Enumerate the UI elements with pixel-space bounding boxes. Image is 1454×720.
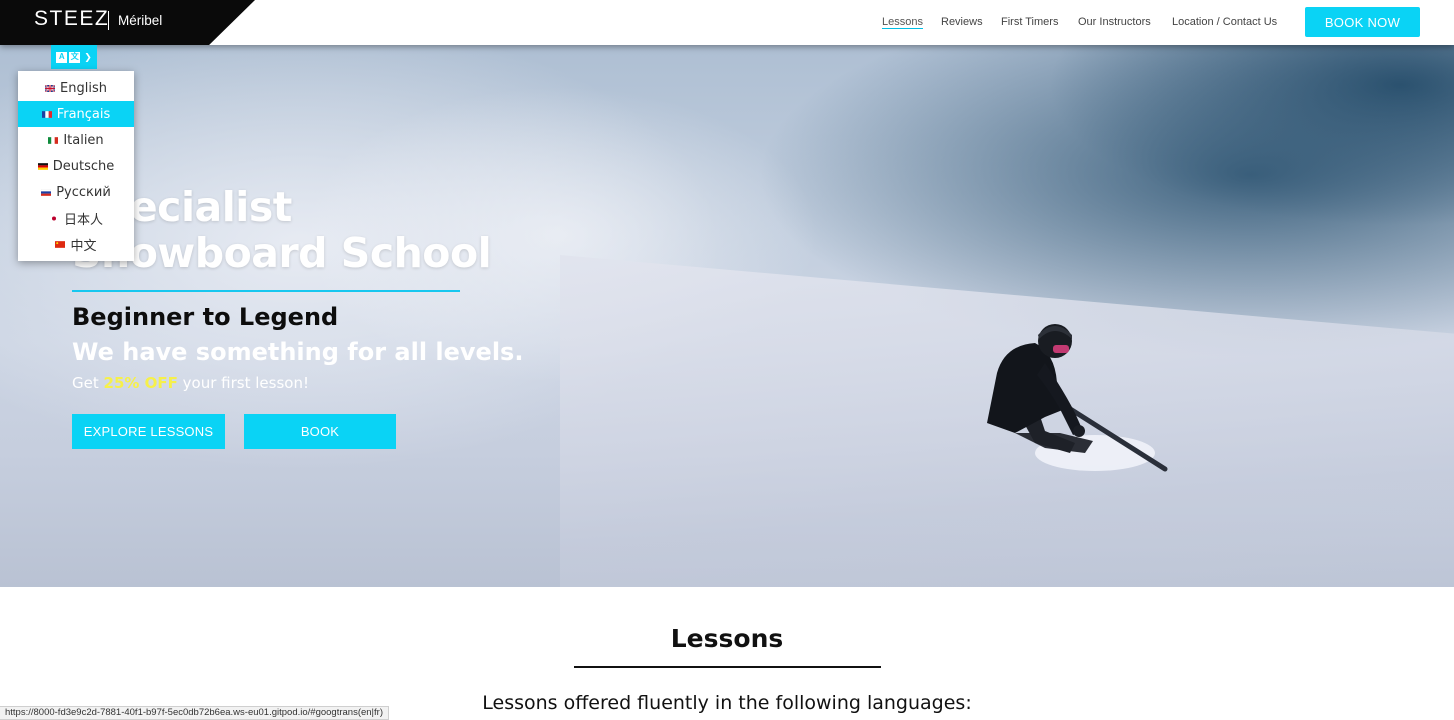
lessons-divider <box>574 666 881 668</box>
brand-location: Méribel <box>118 13 163 28</box>
hero-divider <box>72 290 460 292</box>
language-label: 中文 <box>70 238 97 254</box>
nav-reviews[interactable]: Reviews <box>941 16 983 28</box>
hero-subtitle: We have something for all levels. <box>72 338 524 366</box>
language-label: Русский <box>56 184 111 200</box>
language-option-francais[interactable]: Français <box>18 101 134 127</box>
russia-flag-icon <box>41 188 52 196</box>
brand-name: STEEZ <box>34 7 110 30</box>
nav-lessons[interactable]: Lessons <box>882 16 923 28</box>
top-navbar: STEEZ Méribel Lessons Reviews First Time… <box>0 0 1454 45</box>
language-option-deutsche[interactable]: Deutsche <box>18 153 134 179</box>
italy-flag-icon <box>48 136 59 144</box>
language-option-russian[interactable]: Русский <box>18 179 134 205</box>
language-label: English <box>60 80 107 96</box>
language-label: Deutsche <box>52 158 115 174</box>
explore-lessons-button[interactable]: EXPLORE LESSONS <box>72 414 225 449</box>
translate-icon: A <box>56 51 68 63</box>
language-label: Italien <box>63 132 104 148</box>
translate-icon-alt: 文 <box>69 51 81 63</box>
language-option-italien[interactable]: Italien <box>18 127 134 153</box>
china-flag-icon <box>55 240 66 248</box>
offer-highlight: 25% OFF <box>103 374 178 392</box>
hero-tagline: Beginner to Legend <box>72 303 339 331</box>
language-option-japanese[interactable]: 日本人 <box>18 205 134 231</box>
chevron-down-icon: ❯ <box>84 51 92 62</box>
nav-our-instructors[interactable]: Our Instructors <box>1078 16 1151 28</box>
nav-first-timers[interactable]: First Timers <box>1001 16 1058 28</box>
japan-flag-icon <box>48 214 59 222</box>
language-label: 日本人 <box>63 212 103 228</box>
book-now-button[interactable]: BOOK NOW <box>1305 7 1420 37</box>
uk-flag-icon <box>45 84 56 92</box>
offer-prefix: Get <box>72 374 104 392</box>
language-option-english[interactable]: English <box>18 75 134 101</box>
status-bar-url: https://8000-fd3e9c2d-7881-40f1-b97f-5ec… <box>0 706 389 720</box>
book-button[interactable]: BOOK <box>244 414 396 449</box>
language-option-chinese[interactable]: 中文 <box>18 231 134 257</box>
hero-banner: Specialist Snowboard School Beginner to … <box>0 45 1454 587</box>
language-dropdown-menu: English Français Italien Deutsche Русски… <box>18 71 134 261</box>
language-label: Français <box>56 106 111 122</box>
language-toggle-button[interactable]: A 文 ❯ <box>51 45 97 69</box>
offer-suffix: your first lesson! <box>177 374 309 392</box>
germany-flag-icon <box>37 162 48 170</box>
brand-divider <box>108 11 109 30</box>
nav-location-contact[interactable]: Location / Contact Us <box>1172 16 1277 28</box>
france-flag-icon <box>41 110 52 118</box>
snowboarder-image <box>987 324 1168 472</box>
lessons-heading: Lessons <box>670 624 784 653</box>
brand-logo[interactable]: STEEZ Méribel <box>0 0 255 45</box>
hero-title-line2: Snowboard School <box>72 229 492 277</box>
hero-offer: Get 25% OFF your first lesson! <box>72 374 309 392</box>
